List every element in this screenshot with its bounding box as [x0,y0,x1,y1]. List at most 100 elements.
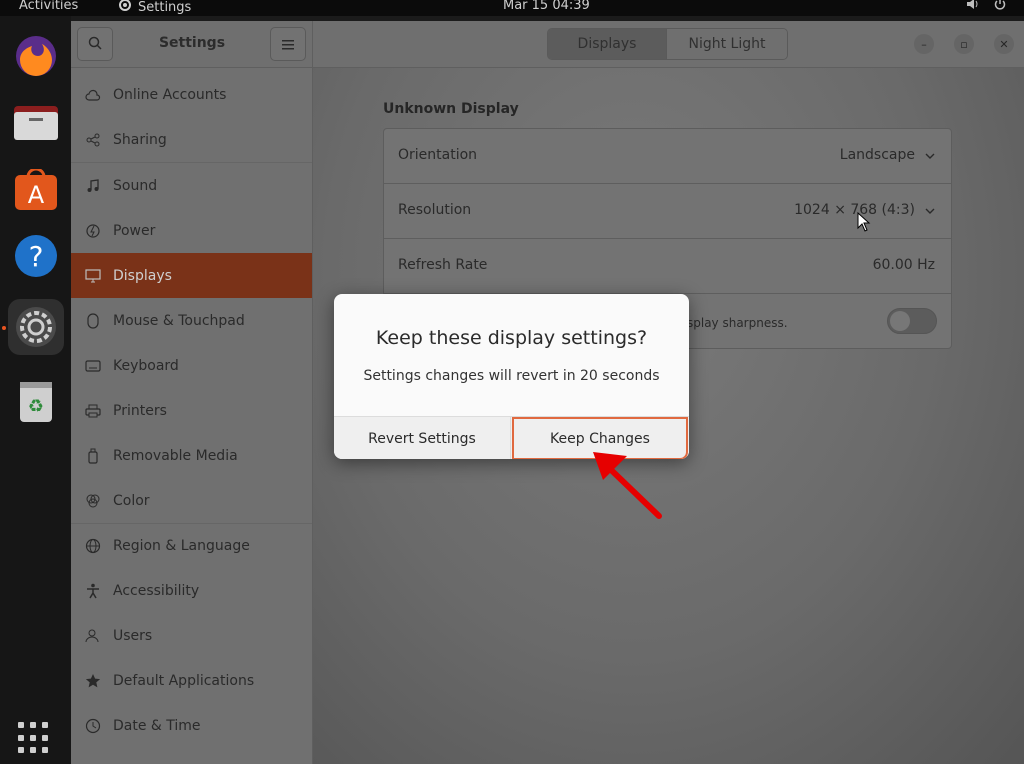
sidebar-item-label: Printers [113,402,167,419]
minimize-icon: – [921,37,927,51]
display-name: Unknown Display [383,101,519,117]
help-icon[interactable]: ? [8,228,64,284]
sidebar-item-default-applications[interactable]: Default Applications [71,658,312,703]
show-applications-icon[interactable] [18,722,50,754]
mouse-icon [85,312,101,329]
sidebar-item-region-language[interactable]: Region & Language [71,523,312,568]
scaling-toggle[interactable] [887,308,937,334]
dialog-message: Settings changes will revert in 20 secon… [363,368,660,384]
refresh-rate-label: Refresh Rate [398,257,488,273]
sidebar-item-online-accounts[interactable]: Online Accounts [71,72,312,117]
sidebar-item-users[interactable]: Users [71,613,312,658]
users-icon [85,628,101,644]
gear-icon [118,0,132,16]
trash-icon[interactable]: ♻ [8,373,64,429]
sidebar-item-label: Displays [113,267,172,284]
sidebar-item-label: Accessibility [113,582,200,599]
power-icon [85,223,101,239]
sidebar-item-keyboard[interactable]: Keyboard [71,343,312,388]
sidebar-item-sharing[interactable]: Sharing [71,117,312,162]
ubuntu-software-icon[interactable]: A [8,162,64,218]
firefox-icon[interactable] [8,28,64,84]
sidebar-item-label: Sharing [113,131,167,148]
sidebar-item-label: Sound [113,177,158,194]
window-controls: – ▫ ✕ [914,34,1014,54]
orientation-dropdown[interactable]: Landscape [840,147,935,163]
toggle-knob [890,311,910,331]
files-icon[interactable] [8,94,64,150]
clock[interactable]: Mar 15 04:39 [503,0,590,13]
share-icon [85,132,101,148]
sidebar-item-sound[interactable]: Sound [71,163,312,208]
svg-text:?: ? [29,240,44,273]
sidebar-item-color[interactable]: Color [71,478,312,523]
chevron-down-icon [925,147,935,163]
mouse-cursor-icon [857,211,871,236]
settings-icon[interactable] [8,299,64,355]
view-switcher: Displays Night Light [547,28,788,60]
dock: A ? ♻ [0,16,71,764]
app-menu-label: Settings [138,0,192,15]
sidebar-item-label: Online Accounts [113,86,227,103]
close-icon: ✕ [999,37,1009,51]
menu-button[interactable] [270,27,306,61]
svg-text:♻: ♻ [28,396,44,417]
music-note-icon [85,178,101,194]
orientation-label: Orientation [398,147,478,163]
keep-settings-dialog: Keep these display settings? Settings ch… [334,294,689,459]
system-tray[interactable] [966,0,1006,13]
resolution-label: Resolution [398,202,472,218]
sidebar-item-power[interactable]: Power [71,208,312,253]
globe-icon [85,538,101,554]
sidebar-item-removable-media[interactable]: Removable Media [71,433,312,478]
hamburger-menu-icon [282,35,294,54]
orientation-value: Landscape [839,147,915,163]
top-bar: Activities Settings Mar 15 04:39 [0,0,1024,16]
revert-settings-button[interactable]: Revert Settings [334,417,511,459]
tab-night-light[interactable]: Night Light [667,29,787,59]
active-app-indicator [2,326,6,330]
volume-icon [966,0,980,13]
sidebar-item-label: Region & Language [113,537,250,554]
accessibility-icon [85,583,101,599]
keyboard-icon [85,358,101,374]
sidebar-item-label: Keyboard [113,357,179,374]
sidebar-item-label: Date & Time [113,717,201,734]
printer-icon [85,403,101,419]
sidebar-item-mouse-touchpad[interactable]: Mouse & Touchpad [71,298,312,343]
svg-text:A: A [28,181,45,209]
refresh-rate-value: 60.00 Hz [872,257,935,273]
sidebar-item-printers[interactable]: Printers [71,388,312,433]
orientation-row[interactable]: Orientation Landscape [384,129,951,184]
sidebar-item-date-time[interactable]: Date & Time [71,703,312,748]
monitor-icon [85,268,101,284]
app-menu[interactable]: Settings [118,0,191,16]
color-icon [85,493,101,509]
close-button[interactable]: ✕ [994,34,1014,54]
dialog-title: Keep these display settings? [375,327,648,349]
usb-drive-icon [85,448,101,464]
cloud-icon [85,87,101,103]
header-bar: Settings Displays Night Light – ▫ ✕ [71,21,1024,68]
sidebar-item-displays[interactable]: Displays [71,253,312,298]
scaling-description: splay sharpness. [687,316,788,330]
sidebar-item-label: Power [113,222,156,239]
chevron-down-icon [925,202,935,218]
sidebar-item-accessibility[interactable]: Accessibility [71,568,312,613]
sidebar: Online Accounts Sharing Sound Power Disp… [71,68,313,764]
star-icon [85,673,101,689]
tab-displays[interactable]: Displays [548,29,667,59]
sidebar-item-label: Mouse & Touchpad [113,312,245,329]
maximize-button[interactable]: ▫ [954,34,974,54]
sidebar-item-label: Color [113,492,150,509]
clock-icon [85,718,101,734]
maximize-icon: ▫ [960,37,968,51]
activities-button[interactable]: Activities [19,0,78,13]
sidebar-item-label: Default Applications [113,672,255,689]
resolution-value: 1024 × 768 (4:3) [794,202,915,218]
annotation-arrow-icon [585,446,665,526]
minimize-button[interactable]: – [914,34,934,54]
refresh-rate-row[interactable]: Refresh Rate 60.00 Hz [384,239,951,294]
sidebar-item-label: Users [113,627,153,644]
sidebar-header: Settings [71,21,313,68]
